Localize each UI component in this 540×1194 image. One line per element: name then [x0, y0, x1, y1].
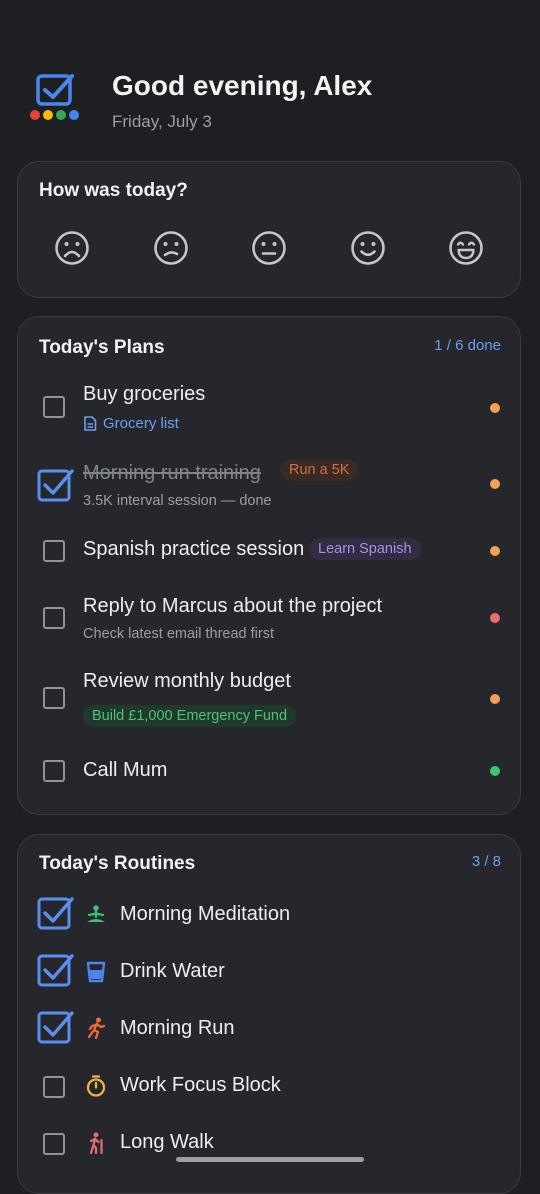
plans-card: Today's Plans 1 / 6 done Buy groceries G… [17, 316, 521, 815]
routine-item[interactable]: Work Focus Block [18, 1066, 520, 1106]
app-logo [28, 66, 84, 126]
very-sad-face-icon[interactable] [54, 230, 90, 266]
task-checkbox[interactable] [43, 540, 65, 562]
priority-dot [490, 766, 500, 776]
greeting-date: Friday, July 3 [112, 112, 212, 131]
mood-title: How was today? [39, 180, 188, 201]
checklist-logo-icon [36, 74, 74, 106]
routines-count: 3 / 8 [471, 853, 501, 870]
task-title: Reply to Marcus about the project [83, 595, 383, 617]
routine-title: Morning Meditation [120, 903, 291, 925]
task-item[interactable]: Review monthly budget Build £1,000 Emerg… [18, 670, 520, 732]
logo-dot-red [30, 110, 40, 120]
routine-title: Work Focus Block [120, 1074, 281, 1096]
very-happy-face-icon[interactable] [448, 230, 484, 266]
task-title: Morning run training [83, 462, 261, 484]
logo-dot-green [56, 110, 66, 120]
task-item[interactable]: Buy groceries Grocery list [18, 383, 520, 439]
logo-dot-blue [69, 110, 79, 120]
task-item[interactable]: Call Mum [18, 757, 520, 793]
happy-face-icon[interactable] [350, 230, 386, 266]
routines-card: Today's Routines 3 / 8 Morning Meditatio… [17, 834, 521, 1194]
meditation-icon [87, 905, 105, 922]
checked-checkbox-icon[interactable] [37, 895, 75, 931]
routine-item[interactable]: Morning Run [18, 1009, 520, 1049]
checked-checkbox-icon[interactable] [37, 467, 75, 503]
routines-title: Today's Routines [39, 853, 196, 874]
goal-tag[interactable]: Run a 5K [280, 459, 359, 481]
checked-checkbox-icon[interactable] [37, 952, 75, 988]
task-item[interactable]: Spanish practice session Learn Spanish [18, 535, 520, 571]
neutral-face-icon[interactable] [251, 230, 287, 266]
task-title: Review monthly budget [83, 670, 291, 692]
greeting-block: Good evening, Alex Friday, July 3 [112, 66, 372, 132]
priority-dot [490, 479, 500, 489]
checked-checkbox-icon[interactable] [37, 1009, 75, 1045]
task-title: Call Mum [83, 759, 168, 781]
routine-title: Drink Water [120, 960, 225, 982]
routine-title: Morning Run [120, 1017, 235, 1039]
routine-item[interactable]: Drink Water [18, 952, 520, 992]
task-item[interactable]: Reply to Marcus about the project Check … [18, 595, 520, 651]
task-checkbox[interactable] [43, 607, 65, 629]
greeting-title: Good evening, Alex [112, 70, 373, 101]
task-item[interactable]: Morning run training Run a 5K 3.5K inter… [18, 459, 520, 515]
priority-dot [490, 694, 500, 704]
hiking-icon [89, 1132, 103, 1154]
task-title: Buy groceries [83, 383, 206, 405]
task-attachment-label: Grocery list [103, 415, 179, 432]
goal-tag[interactable]: Learn Spanish [309, 538, 421, 560]
logo-dot-yellow [43, 110, 53, 120]
header: Good evening, Alex Friday, July 3 [28, 66, 372, 132]
task-title: Spanish practice session [83, 538, 305, 560]
task-checkbox[interactable] [43, 760, 65, 782]
water-glass-icon [86, 961, 106, 983]
goal-tag[interactable]: Build £1,000 Emergency Fund [83, 705, 297, 727]
priority-dot [490, 613, 500, 623]
task-checkbox[interactable] [43, 396, 65, 418]
routine-item[interactable]: Morning Meditation [18, 895, 520, 935]
document-icon [84, 416, 97, 431]
runner-icon [87, 1017, 106, 1039]
task-subtitle: 3.5K interval session — done [83, 493, 272, 509]
task-checkbox[interactable] [43, 687, 65, 709]
mood-selector [54, 230, 484, 266]
plans-title: Today's Plans [39, 337, 165, 358]
logo-dots [30, 110, 79, 120]
routine-checkbox[interactable] [43, 1133, 65, 1155]
task-attachment-link[interactable]: Grocery list [83, 415, 179, 432]
plans-count: 1 / 6 done [434, 337, 501, 354]
task-subtitle: Check latest email thread first [83, 626, 274, 642]
mood-card: How was today? [17, 161, 521, 298]
home-indicator[interactable] [176, 1157, 364, 1162]
routine-checkbox[interactable] [43, 1076, 65, 1098]
routine-title: Long Walk [120, 1131, 214, 1153]
priority-dot [490, 403, 500, 413]
sad-face-icon[interactable] [153, 230, 189, 266]
timer-icon [86, 1075, 106, 1097]
priority-dot [490, 546, 500, 556]
